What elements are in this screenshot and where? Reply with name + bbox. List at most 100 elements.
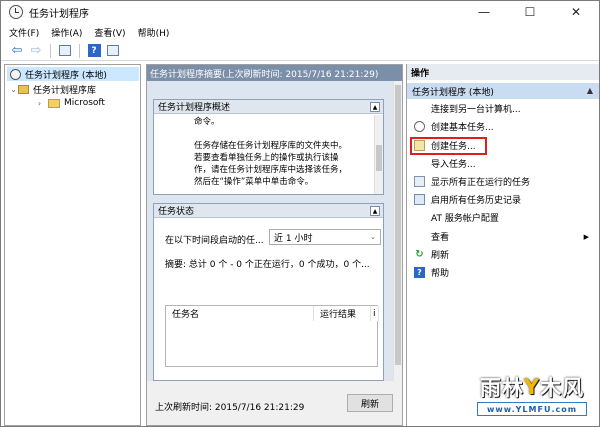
blank-icon: [414, 212, 425, 223]
action-view[interactable]: 查看 ▶: [407, 228, 599, 245]
panel-view-button[interactable]: [105, 43, 121, 59]
create-task-highlight: [410, 137, 487, 155]
help-icon: ?: [87, 44, 101, 57]
expand-icon[interactable]: ⌄: [9, 85, 18, 94]
summary-footer: 上次刷新时间: 2015/7/16 21:21:29 刷新: [147, 381, 402, 425]
action-create-basic-task[interactable]: 创建基本任务...: [407, 118, 599, 135]
console-view-icon: [59, 45, 71, 56]
action-show-running-tasks[interactable]: 显示所有正在运行的任务: [407, 173, 599, 190]
task-status-section-header[interactable]: 任务状态 ▲: [154, 204, 383, 218]
action-import-task[interactable]: 导入任务...: [407, 155, 599, 172]
action-label: 创建基本任务...: [431, 123, 494, 133]
column-header-truncated[interactable]: i: [371, 306, 379, 321]
overview-line: 然后在“操作”菜单中单击命令。: [194, 177, 314, 187]
clock-icon: [10, 68, 21, 80]
action-refresh[interactable]: ↻ 刷新: [407, 246, 599, 263]
tree-item-library[interactable]: ⌄ 任务计划程序库: [9, 82, 96, 96]
title-bar: 任务计划程序 — ☐ ✕: [1, 1, 599, 23]
overview-line: 任务存储在任务计划程序库的文件夹中。: [194, 141, 348, 151]
overview-scrollbar[interactable]: [374, 115, 383, 194]
overview-text: 命令。 任务存储在任务计划程序库的文件夹中。 若要查看单独任务上的操作或执行该操…: [194, 116, 372, 188]
blank-icon: [414, 158, 425, 169]
forward-arrow-icon: ⇨: [30, 43, 42, 58]
action-label: 帮助: [431, 269, 450, 279]
overview-line: 命令。: [194, 117, 220, 127]
menu-action[interactable]: 操作(A): [51, 26, 82, 39]
blank-icon: [414, 103, 425, 114]
period-dropdown[interactable]: 近 1 小时 ⌄: [269, 229, 381, 245]
scrollbar-thumb[interactable]: [395, 85, 401, 365]
status-summary: 摘要: 总计 0 个 - 0 个正在运行，0 个成功，0 个...: [165, 260, 370, 270]
watermark-text: 雨林 Y 木风: [473, 372, 591, 402]
task-scheduler-window: 任务计划程序 — ☐ ✕ 文件(F) 操作(A) 查看(V) 帮助(H) ⇦ ⇨…: [0, 0, 600, 427]
running-tasks-icon: [414, 176, 425, 187]
summary-scrollbar[interactable]: [393, 81, 402, 381]
maximize-button[interactable]: ☐: [507, 1, 553, 23]
action-label: 刷新: [431, 251, 450, 261]
last-refresh-time: 上次刷新时间: 2015/7/16 21:21:29: [155, 403, 305, 413]
actions-title: 操作: [407, 64, 599, 80]
column-header-task-name[interactable]: 任务名: [166, 306, 314, 321]
watermark-text-left: 雨林: [479, 376, 524, 400]
submenu-arrow-icon: ▶: [583, 232, 589, 241]
action-label: 查看: [431, 233, 450, 243]
toolbar: ⇦ ⇨ ?: [1, 41, 599, 61]
summary-header: 任务计划程序摘要(上次刷新时间: 2015/7/16 21:21:29): [147, 65, 402, 81]
task-history-icon: [414, 194, 425, 205]
chevron-down-icon: ⌄: [370, 233, 376, 241]
action-at-service-config[interactable]: AT 服务帐户配置: [407, 209, 599, 226]
menu-help[interactable]: 帮助(H): [138, 26, 170, 39]
actions-group-label: 任务计划程序 (本地): [412, 87, 494, 98]
console-view-button[interactable]: [57, 43, 73, 59]
action-help[interactable]: ? 帮助: [407, 264, 599, 281]
menu-view[interactable]: 查看(V): [94, 26, 125, 39]
panel-view-icon: [107, 45, 119, 56]
window-controls: — ☐ ✕: [461, 1, 599, 23]
menu-bar: 文件(F) 操作(A) 查看(V) 帮助(H): [1, 24, 599, 41]
back-button[interactable]: ⇦: [9, 43, 25, 59]
menu-file[interactable]: 文件(F): [9, 26, 39, 39]
collapse-section-icon[interactable]: ▲: [370, 206, 380, 216]
overview-line: [194, 128, 372, 140]
library-folder-icon: [18, 84, 29, 94]
overview-section-header[interactable]: 任务计划程序概述 ▲: [154, 100, 383, 114]
watermark-url: www.YLMFU.com: [477, 402, 587, 416]
action-enable-task-history[interactable]: 启用所有任务历史记录: [407, 191, 599, 208]
minimize-button[interactable]: —: [461, 1, 507, 23]
period-value: 近 1 小时: [274, 233, 313, 244]
toolbar-separator: [50, 43, 51, 58]
action-label: AT 服务帐户配置: [431, 214, 499, 224]
clock-icon: [9, 5, 23, 19]
tree-item-microsoft[interactable]: › Microsoft: [35, 96, 105, 110]
refresh-button[interactable]: 刷新: [347, 394, 393, 412]
section-title: 任务计划程序概述: [158, 103, 231, 113]
back-arrow-icon: ⇦: [11, 43, 23, 58]
action-label: 导入任务...: [431, 160, 476, 170]
collapse-icon[interactable]: ▲: [587, 86, 593, 95]
blank-icon: [414, 231, 425, 242]
navigation-tree: 任务计划程序 (本地) ⌄ 任务计划程序库 › Microsoft: [4, 64, 141, 426]
overview-line: 作，请在任务计划程序库中选择该任务，: [194, 165, 348, 175]
watermark-text-right: 木风: [540, 376, 585, 400]
action-label: 连接到另一台计算机...: [431, 105, 521, 115]
collapse-icon[interactable]: ›: [35, 99, 44, 108]
column-header-run-result[interactable]: 运行结果: [314, 306, 371, 321]
watermark-logo: 雨林 Y 木风 www.YLMFU.com: [473, 372, 591, 418]
tasks-table[interactable]: 任务名 运行结果 i: [165, 305, 379, 367]
collapse-section-icon[interactable]: ▲: [370, 102, 380, 112]
action-connect-computer[interactable]: 连接到另一台计算机...: [407, 100, 599, 117]
tree-item-root[interactable]: 任务计划程序 (本地): [7, 67, 139, 81]
scrollbar-thumb[interactable]: [376, 145, 382, 171]
summary-pane: 任务计划程序摘要(上次刷新时间: 2015/7/16 21:21:29) 任务计…: [146, 64, 403, 426]
tree-item-label: 任务计划程序 (本地): [25, 70, 107, 81]
tree-item-label: 任务计划程序库: [33, 85, 97, 96]
forward-button[interactable]: ⇨: [28, 43, 44, 59]
watermark-mark: Y: [523, 375, 541, 399]
period-label: 在以下时间段启动的任...: [165, 236, 264, 246]
actions-group-header[interactable]: 任务计划程序 (本地) ▲: [407, 83, 599, 99]
help-toolbar-button[interactable]: ?: [86, 43, 102, 59]
overview-line: 若要查看单独任务上的操作或执行该操: [194, 153, 339, 163]
close-button[interactable]: ✕: [553, 1, 599, 23]
create-basic-task-icon: [414, 121, 425, 132]
help-icon: ?: [414, 267, 425, 278]
